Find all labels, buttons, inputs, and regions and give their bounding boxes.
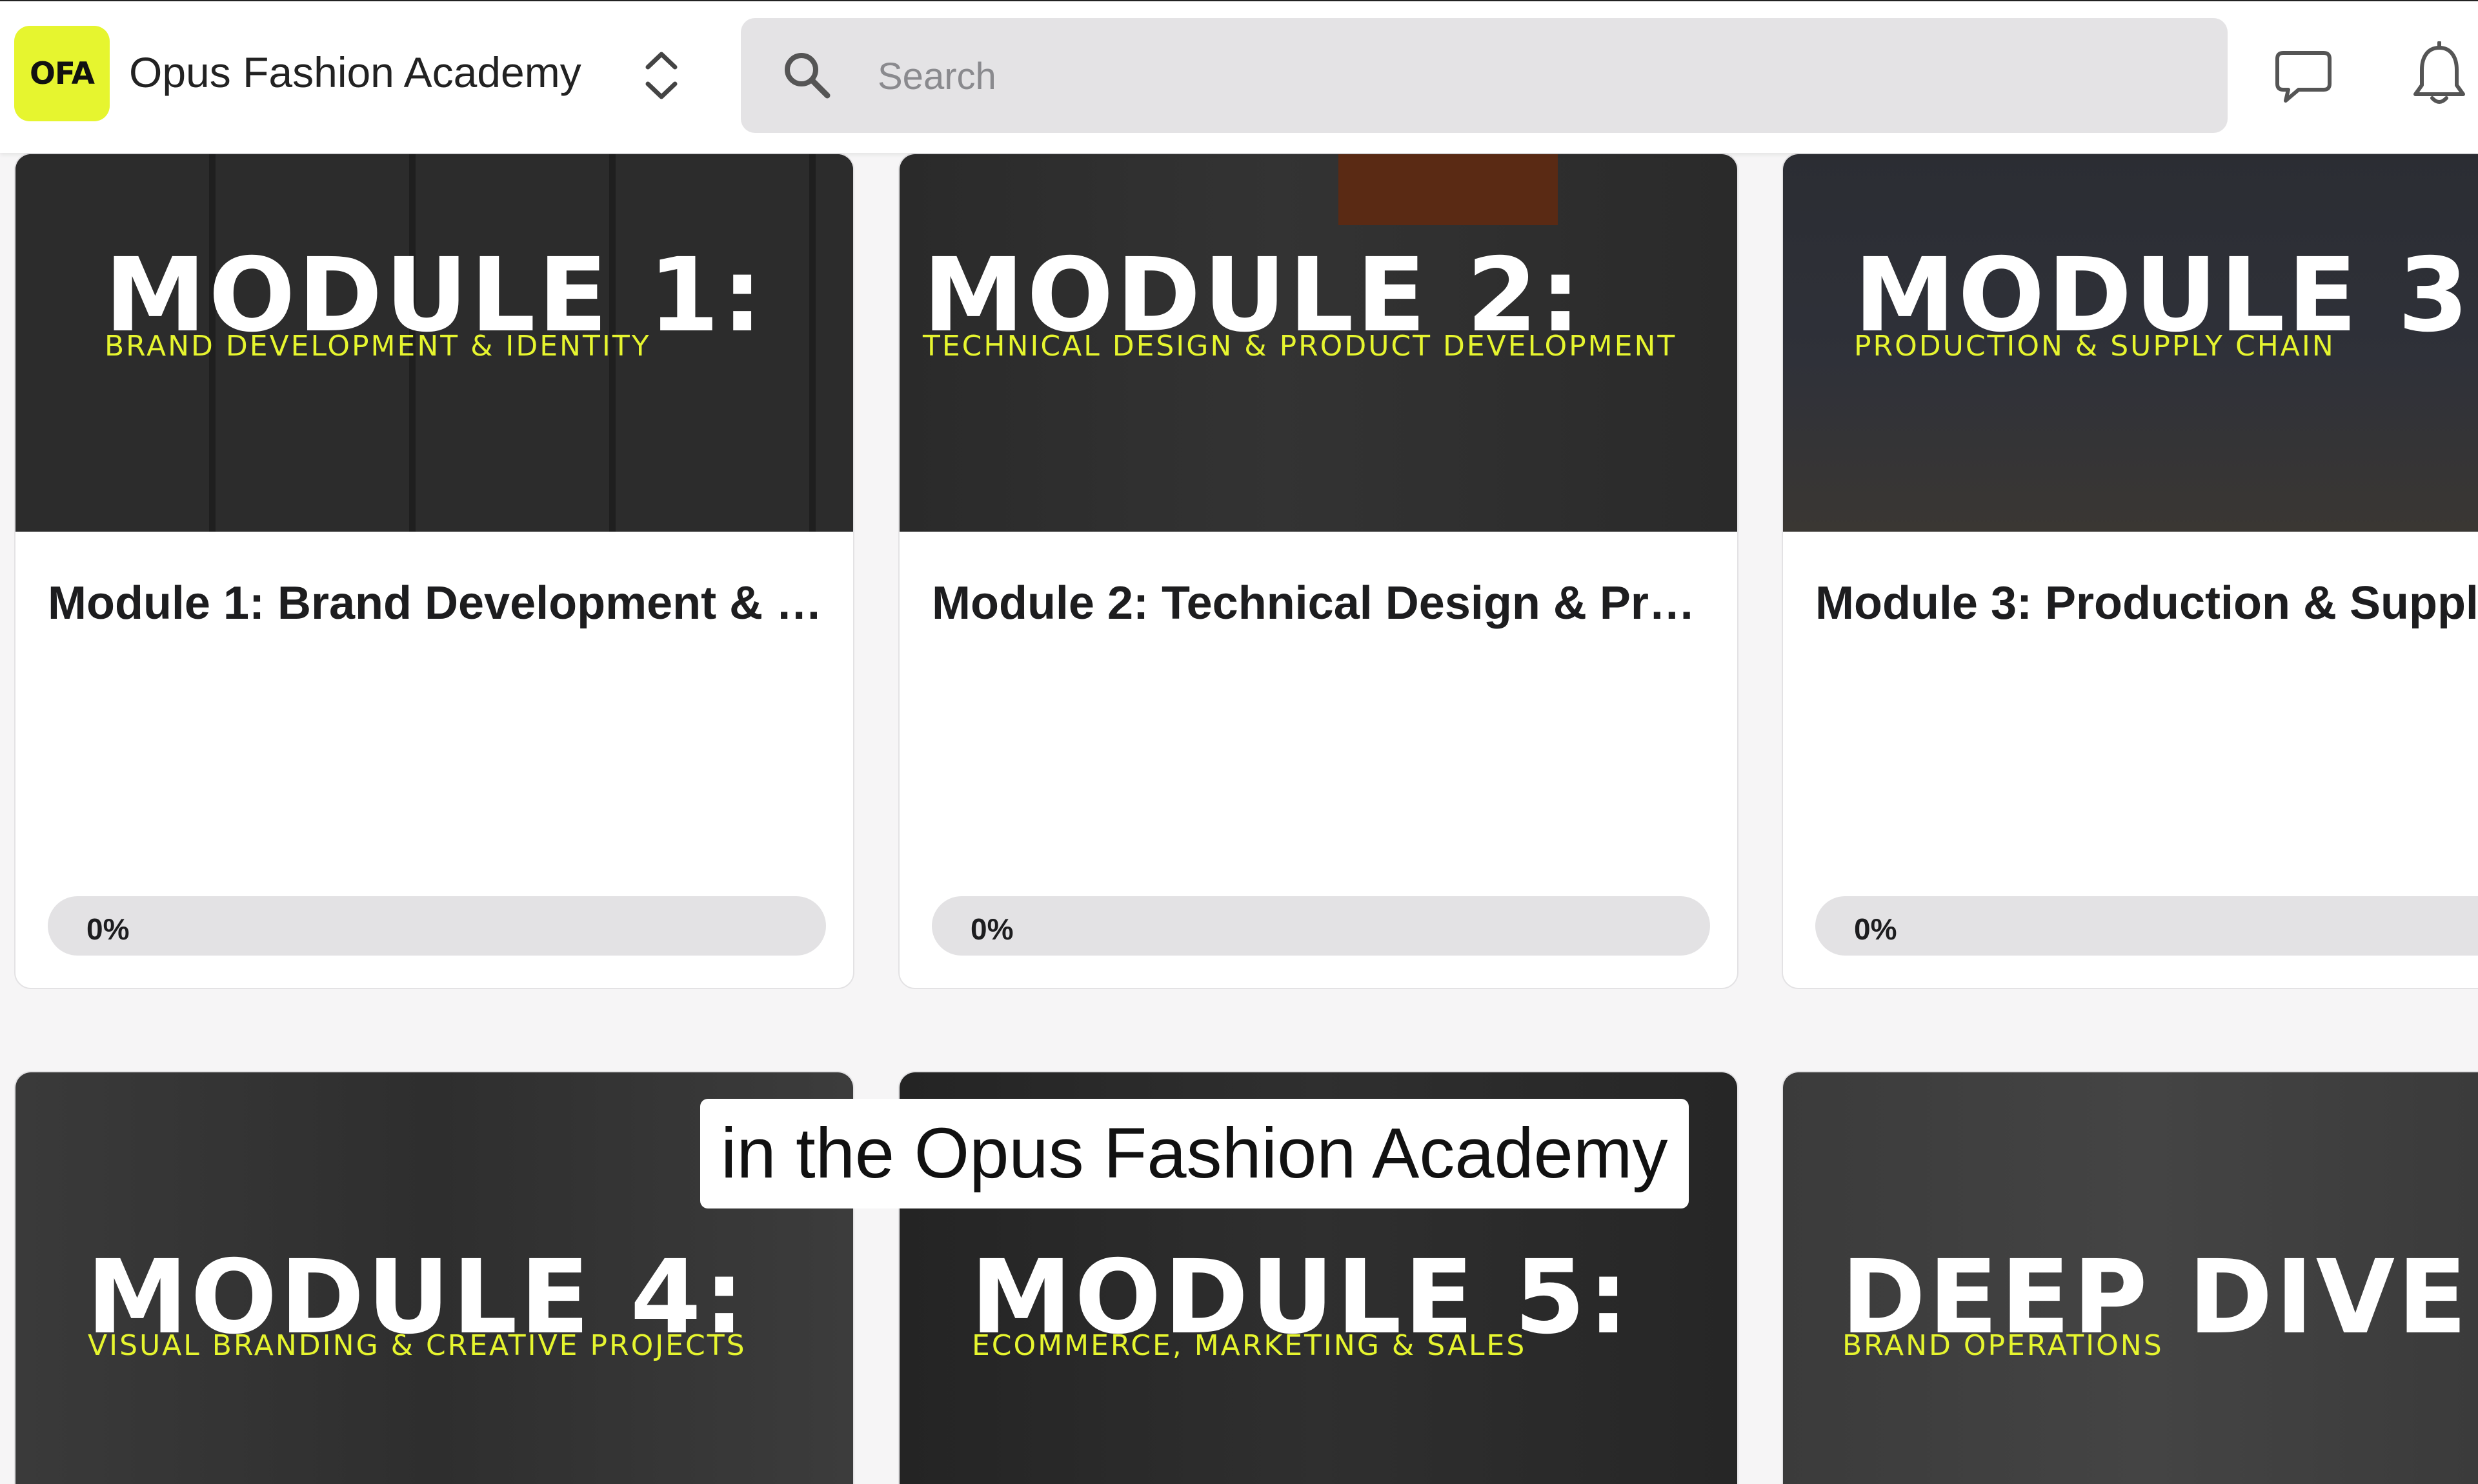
module-card-1[interactable]: MODULE 1: BRAND DEVELOPMENT & IDENTITY M… [14,153,854,989]
chevron-up-down-icon[interactable] [639,46,684,105]
module-thumbnail-subtitle: PRODUCTION & SUPPLY CHAIN [1854,330,2335,363]
chat-icon[interactable] [2273,48,2334,106]
bell-icon[interactable] [2410,41,2468,110]
module-thumbnail[interactable]: MODULE 3: PRODUCTION & SUPPLY CHAIN [1783,154,2478,532]
academy-name[interactable]: Opus Fashion Academy [129,48,581,97]
search-icon [785,53,831,99]
academy-logo[interactable]: OFA [14,26,110,121]
progress-label: 0% [971,912,1014,946]
top-bar: OFA Opus Fashion Academy [0,0,2478,153]
module-thumbnail-subtitle: BRAND OPERATIONS [1842,1329,2164,1362]
module-thumbnail[interactable]: DEEP DIVE BRAND OPERATIONS [1783,1072,2478,1484]
thumbnail-accent [1338,154,1558,225]
module-card-2[interactable]: MODULE 2: TECHNICAL DESIGN & PRODUCT DEV… [898,153,1738,989]
module-thumbnail-subtitle: TECHNICAL DESIGN & PRODUCT DEVELOPMENT [923,330,1677,363]
progress-bar: 0% [1815,896,2478,956]
module-thumbnail[interactable]: MODULE 2: TECHNICAL DESIGN & PRODUCT DEV… [900,154,1737,532]
module-title[interactable]: Module 1: Brand Development & Identity [48,577,829,630]
progress-label: 0% [86,912,130,946]
deep-dive-card[interactable]: DEEP DIVE BRAND OPERATIONS [1782,1071,2478,1484]
progress-bar: 0% [48,896,826,956]
module-card-3[interactable]: MODULE 3: PRODUCTION & SUPPLY CHAIN Modu… [1782,153,2478,989]
module-thumbnail-subtitle: VISUAL BRANDING & CREATIVE PROJECTS [88,1329,747,1362]
search-bar[interactable] [741,18,2228,133]
module-title[interactable]: Module 3: Production & Supply Chain [1815,577,2478,630]
progress-label: 0% [1854,912,1897,946]
module-title[interactable]: Module 2: Technical Design & Product Dev… [932,577,1713,630]
progress-bar: 0% [932,896,1710,956]
module-thumbnail-subtitle: ECOMMERCE, MARKETING & SALES [972,1329,1527,1362]
module-thumbnail-subtitle: BRAND DEVELOPMENT & IDENTITY [105,330,651,363]
search-input[interactable] [876,48,2105,105]
video-caption: in the Opus Fashion Academy [700,1099,1689,1208]
module-thumbnail[interactable]: MODULE 1: BRAND DEVELOPMENT & IDENTITY [15,154,853,532]
